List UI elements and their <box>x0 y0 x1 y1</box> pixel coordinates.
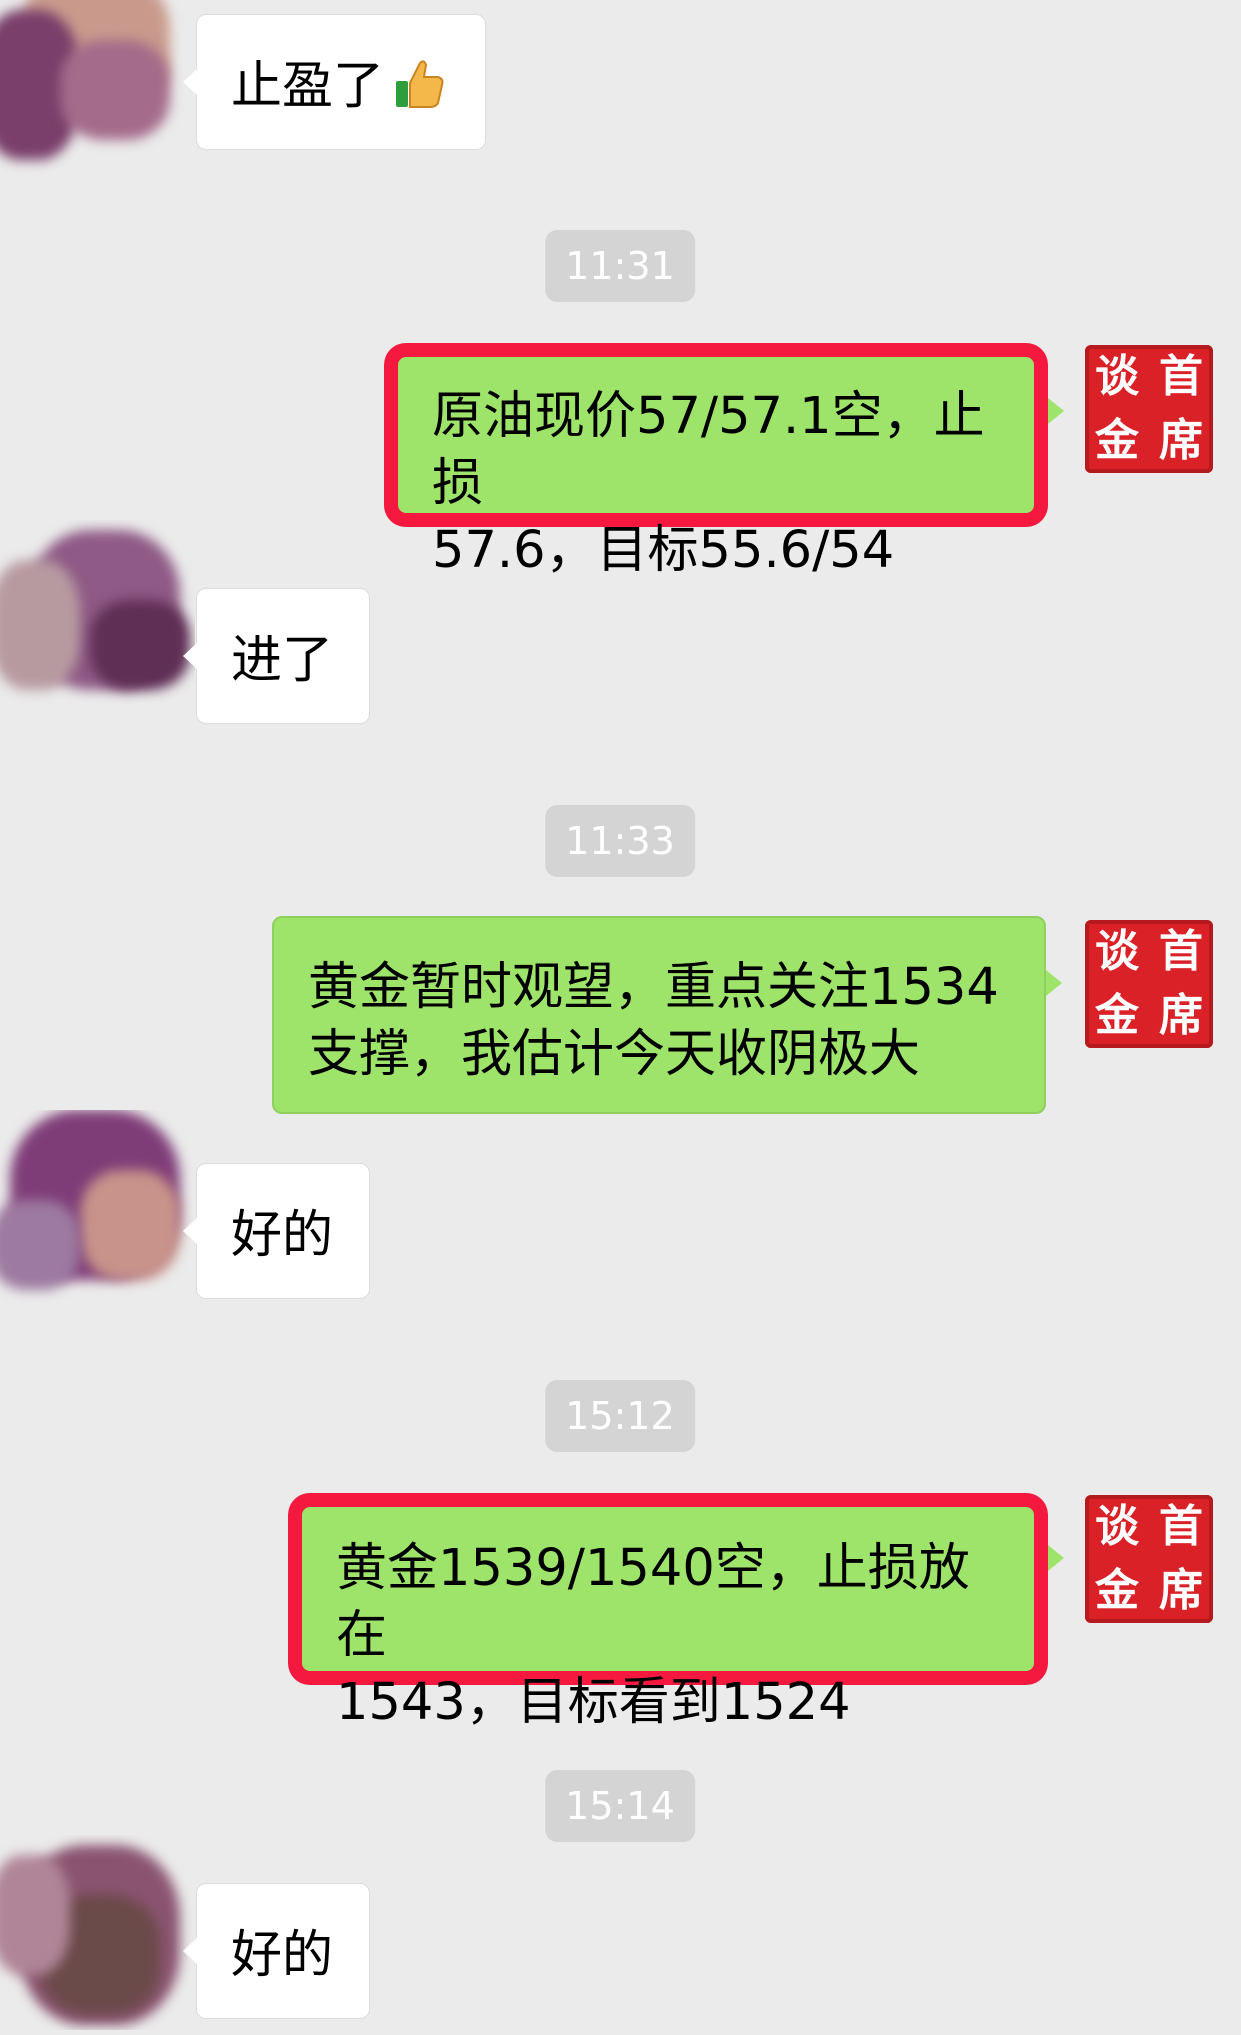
message-text-line: 原油现价57/57.1空，止损 <box>432 387 985 513</box>
bubble-tail <box>183 643 197 669</box>
message-text-line: 支撑，我估计今天收阴极大 <box>308 1025 921 1084</box>
message-text-line: 1543，目标看到1524 <box>336 1673 851 1732</box>
contact-avatar[interactable] <box>0 1110 195 1305</box>
thumbs-up-icon <box>396 60 444 108</box>
message-bubble-outgoing[interactable]: 黄金暂时观望，重点关注1534 支撑，我估计今天收阴极大 <box>272 916 1046 1114</box>
message-bubble-incoming[interactable]: 止盈了 <box>183 14 486 150</box>
logo-avatar[interactable]: 谈首 金席 <box>1085 920 1213 1048</box>
message-text: 止盈了 <box>231 57 385 116</box>
bubble-tail <box>1046 970 1062 996</box>
chat-view: 止盈了 11:31 原油现价57/57.1空，止损 57.6，目标55.6/54… <box>0 0 1241 2035</box>
message-bubble-incoming[interactable]: 进了 <box>183 588 370 724</box>
logo-avatar[interactable]: 谈首 金席 <box>1085 345 1213 473</box>
message-text: 好的 <box>231 1206 334 1265</box>
timestamp: 15:12 <box>545 1380 695 1452</box>
bubble-tail <box>183 1218 197 1244</box>
contact-avatar[interactable] <box>0 0 195 195</box>
message-bubble-incoming[interactable]: 好的 <box>183 1883 370 2019</box>
message-bubble-outgoing[interactable]: 原油现价57/57.1空，止损 57.6，目标55.6/54 <box>396 355 1036 580</box>
message-bubble-outgoing[interactable]: 黄金1539/1540空，止损放在 1543，目标看到1524 <box>300 1505 1036 1732</box>
message-text: 进了 <box>231 631 334 690</box>
bubble-tail <box>1048 398 1064 424</box>
message-text-line: 黄金1539/1540空，止损放在 <box>336 1539 970 1665</box>
timestamp: 11:31 <box>545 230 695 302</box>
contact-avatar[interactable] <box>0 1835 195 2030</box>
message-text: 好的 <box>231 1926 334 1985</box>
message-bubble-incoming[interactable]: 好的 <box>183 1163 370 1299</box>
bubble-tail <box>183 69 197 95</box>
message-text-line: 57.6，目标55.6/54 <box>432 521 895 580</box>
timestamp: 15:14 <box>545 1770 695 1842</box>
message-text-line: 黄金暂时观望，重点关注1534 <box>308 958 999 1017</box>
bubble-tail <box>183 1938 197 1964</box>
logo-avatar[interactable]: 谈首 金席 <box>1085 1495 1213 1623</box>
contact-avatar[interactable] <box>0 520 195 715</box>
timestamp: 11:33 <box>545 805 695 877</box>
bubble-tail <box>1048 1545 1064 1571</box>
